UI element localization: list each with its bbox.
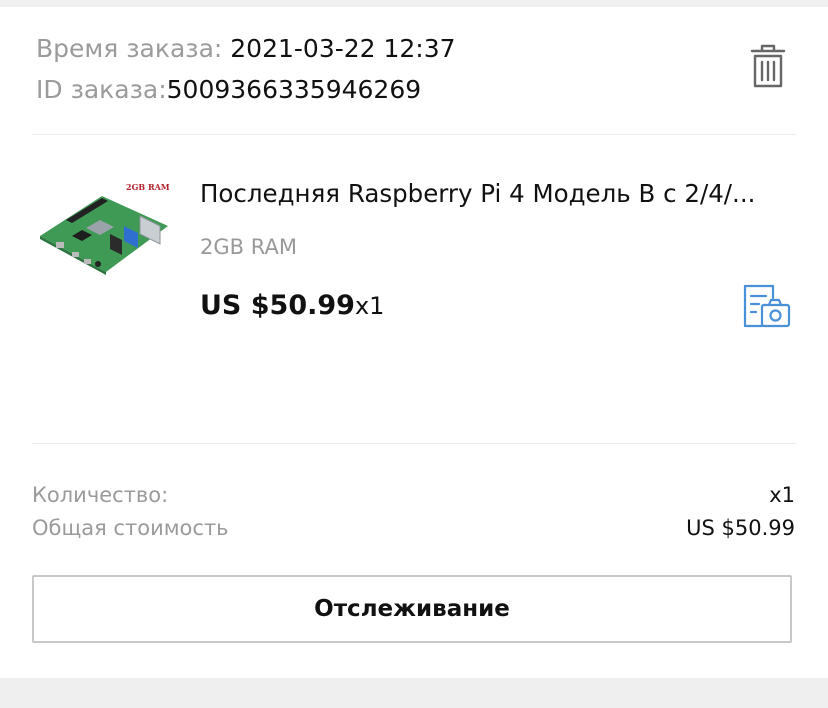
divider-top [32,134,796,135]
tracking-button[interactable]: Отслеживание [32,575,792,643]
divider-middle [32,443,796,444]
product-image-caption: 2GB RAM [126,182,170,192]
product-variant: 2GB RAM [200,235,297,259]
product-price: US $50.99 [200,290,355,321]
order-time-value: 2021-03-22 12:37 [230,34,456,63]
summary-total-value: US $50.99 [686,516,795,540]
order-id-value: 5009366335946269 [166,75,422,104]
summary-quantity-label: Количество: [32,483,169,507]
top-separator [0,0,828,7]
order-id-row: ID заказа:5009366335946269 [36,69,456,110]
product-image[interactable]: 2GB RAM [36,176,176,276]
product-title[interactable]: Последняя Raspberry Pi 4 Модель B с 2/4/… [200,176,796,212]
order-time-row: Время заказа: 2021-03-22 12:37 [36,28,456,69]
product-quantity: x1 [354,292,385,320]
summary-total-label: Общая стоимость [32,516,229,540]
order-id-label: ID заказа: [36,75,167,104]
price-line: US $50.99x1 [200,286,384,329]
photo-review-icon[interactable] [742,284,792,332]
trash-icon[interactable] [748,44,788,90]
order-meta: Время заказа: 2021-03-22 12:37 ID заказа… [36,28,456,110]
order-time-label: Время заказа: [36,34,231,63]
bottom-separator [0,678,828,708]
summary-quantity-value: x1 [769,483,795,507]
